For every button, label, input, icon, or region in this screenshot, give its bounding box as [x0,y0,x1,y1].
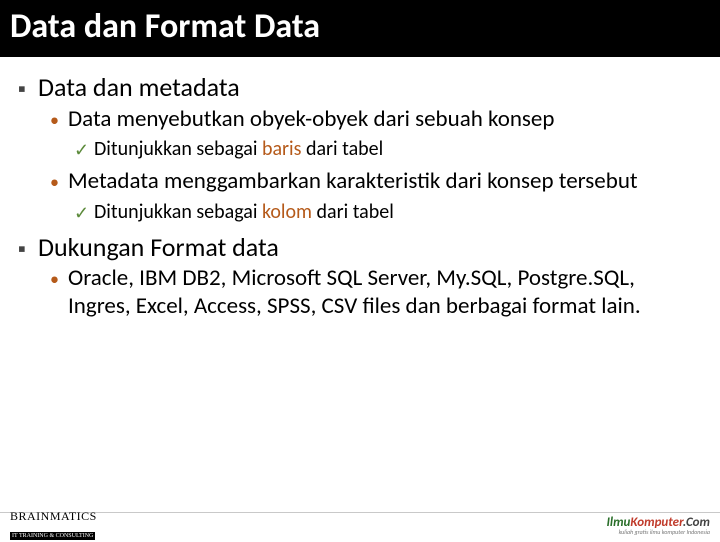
bullet-item: • Data menyebutkan obyek-obyek dari sebu… [50,106,702,134]
slide-footer: BRAINMATICS IT TRAINING & CONSULTING Ilm… [0,512,720,536]
brainmatics-tagline: IT TRAINING & CONSULTING [10,532,95,540]
dot-bullet-icon: • [50,106,68,132]
ilmukomputer-tagline: kuliah gratis ilmu komputer Indonesia [606,529,710,535]
bullet-text: Metadata menggambarkan karakteristik dar… [68,168,702,196]
sub-bullet-post: dari tabel [312,200,394,224]
sub-bullet-text: Ditunjukkan sebagai baris dari tabel [94,137,702,162]
brand-part-b: MATICS [50,509,97,523]
title-bar: Data dan Format Data [0,0,720,57]
footer-right-logo: IlmuKomputer.Com kuliah gratis ilmu komp… [606,516,710,535]
sub-bullet-item: ✓ Ditunjukkan sebagai baris dari tabel [74,137,702,162]
sub-bullet-item: ✓ Ditunjukkan sebagai kolom dari tabel [74,200,702,225]
sub-bullet-highlight: kolom [262,200,312,224]
slide-title: Data dan Format Data [10,6,710,47]
sub-bullet-pre: Ditunjukkan sebagai [94,200,262,224]
bullet-item: • Oracle, IBM DB2, Microsoft SQL Server,… [50,265,702,320]
check-bullet-icon: ✓ [74,200,94,225]
section-heading-text: Dukungan Format data [38,231,702,264]
bullet-item: • Metadata menggambarkan karakteristik d… [50,168,702,196]
dot-bullet-icon: • [50,168,68,194]
bullet-text: Oracle, IBM DB2, Microsoft SQL Server, M… [68,265,702,320]
bullet-text: Data menyebutkan obyek-obyek dari sebuah… [68,106,702,134]
sub-bullet-text: Ditunjukkan sebagai kolom dari tabel [94,200,702,225]
sub-bullet-post: dari tabel [301,137,383,161]
brand-part-a: BRAIN [10,509,50,523]
sub-bullet-pre: Ditunjukkan sebagai [94,137,262,161]
section-heading: ▪ Data dan metadata [18,71,702,104]
slide-content: ▪ Data dan metadata • Data menyebutkan o… [0,57,720,320]
sub-bullet-highlight: baris [262,137,301,161]
check-bullet-icon: ✓ [74,137,94,162]
dot-bullet-icon: • [50,265,68,291]
section-heading-text: Data dan metadata [38,71,702,104]
brainmatics-logo-text: BRAINMATICS [10,509,97,524]
square-bullet-icon: ▪ [18,231,38,263]
section-heading: ▪ Dukungan Format data [18,231,702,264]
footer-left-logo: BRAINMATICS IT TRAINING & CONSULTING [10,509,97,542]
square-bullet-icon: ▪ [18,71,38,103]
